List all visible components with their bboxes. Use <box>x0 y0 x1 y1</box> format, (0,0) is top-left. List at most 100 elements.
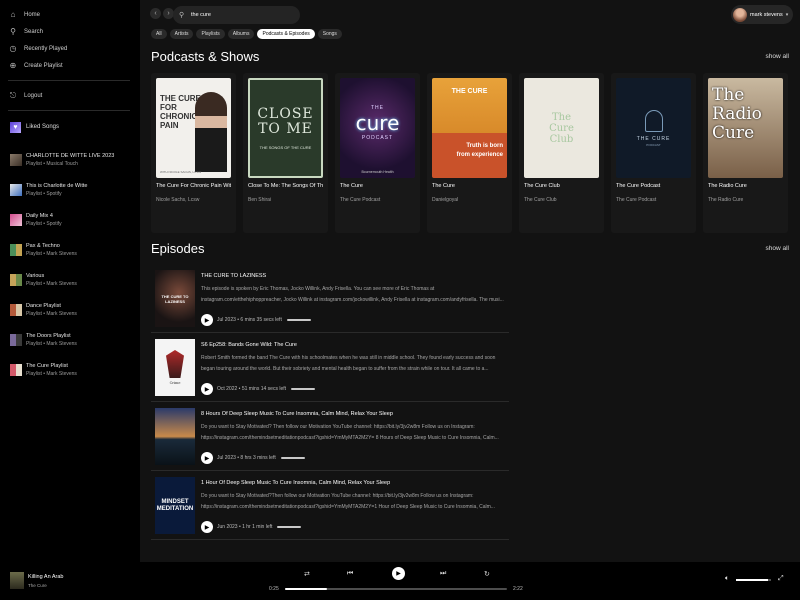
podcast-title: The Cure Club <box>524 183 560 189</box>
podcast-card[interactable]: The Radio Cure The Radio Cure The Radio … <box>703 73 788 233</box>
nav-logout[interactable]: ⎋ Logout <box>0 87 140 104</box>
sidebar-divider <box>8 80 130 81</box>
playlist-title: CHARLOTTE DE WITTE LIVE 2023 <box>26 153 115 159</box>
liked-songs-label: Liked Songs <box>26 124 60 130</box>
artwork-text: WITH NICOLE SACHS, LCSW <box>160 170 202 174</box>
playlist-title: The Cure Playlist <box>26 363 68 369</box>
playlist-thumb <box>10 184 22 196</box>
filter-albums[interactable]: Albums <box>227 29 255 39</box>
artwork-text: The <box>712 85 745 105</box>
playlist-item[interactable]: This is Charlotte de Witte Playlist • Spo… <box>0 175 140 205</box>
repeat-button[interactable]: ↻ <box>484 568 490 580</box>
playlist-subtitle: Playlist • Spotify <box>26 221 62 227</box>
filter-playlists[interactable]: Playlists <box>196 29 225 39</box>
skip-forward-icon: ⏭ <box>440 570 447 577</box>
artwork-text: THE CURE <box>636 135 671 142</box>
volume-fill <box>736 579 768 581</box>
episode-artwork: MINDSET MEDITATION <box>155 477 195 534</box>
episode-title: 8 Hours Of Deep Sleep Music To Cure Inso… <box>201 411 393 417</box>
playlist-item[interactable]: Pax & Techno Playlist • Mark Stevens <box>0 235 140 265</box>
play-icon: ▶ <box>204 317 210 324</box>
episodes-show-all-link[interactable]: show all <box>766 245 789 252</box>
play-icon: ▶ <box>396 571 401 577</box>
playlist-thumb <box>10 334 22 346</box>
now-playing-artist[interactable]: The Cure <box>28 583 47 588</box>
episode-meta: Jun 2023 • 1 hr 1 min left <box>217 524 273 530</box>
filter-all[interactable]: All <box>151 29 167 39</box>
episode-row[interactable]: THE CURE TO LAZINESS THE CURE TO LAZINES… <box>151 264 509 333</box>
search-input[interactable] <box>191 12 291 18</box>
playlist-item[interactable]: The Cure Playlist Playlist • Mark Stevens <box>0 355 140 385</box>
nav-home[interactable]: ⌂ Home <box>0 6 140 23</box>
episode-row[interactable]: MINDSET MEDITATION 1 Hour Of Deep Sleep … <box>151 471 509 540</box>
artwork-text: THE SONGS OF THE CURE <box>259 144 312 150</box>
episodes-section-title: Episodes <box>151 241 205 256</box>
chevron-right-icon: › <box>167 10 170 17</box>
episode-play-button[interactable]: ▶ <box>201 452 213 464</box>
nav-recently-played[interactable]: ◷ Recently Played <box>0 40 140 57</box>
playlist-thumb <box>10 214 22 226</box>
nav-home-label: Home <box>24 11 41 18</box>
playlist-item[interactable]: Various Playlist • Mark Stevens <box>0 265 140 295</box>
artwork-text: PODCAST <box>361 135 394 141</box>
total-time: 2:22 <box>513 586 523 592</box>
filter-songs[interactable]: Songs <box>317 29 342 39</box>
playlist-title: The Doors Playlist <box>26 333 71 339</box>
filter-podcasts-episodes[interactable]: Podcasts & Episodes <box>257 29 315 39</box>
user-menu[interactable]: mark stevens ▾ <box>731 5 793 24</box>
podcast-card[interactable]: THE CURE Truth is born from experience T… <box>427 73 512 233</box>
previous-button[interactable]: ⏮ <box>347 568 353 580</box>
plus-icon: ⊕ <box>9 61 17 70</box>
episode-play-button[interactable]: ▶ <box>201 314 213 326</box>
shuffle-button[interactable]: ⇄ <box>304 568 310 580</box>
playlist-title: Daily Mix 4 <box>26 213 53 219</box>
playlist-item[interactable]: The Doors Playlist Playlist • Mark Steven… <box>0 325 140 355</box>
podcast-author: The Radio Cure <box>708 197 744 203</box>
artwork-text: from experience <box>456 152 503 158</box>
fullscreen-icon[interactable]: ⤢ <box>778 575 784 583</box>
episode-artwork <box>155 408 195 465</box>
playlist-item[interactable]: Dance Playlist Playlist • Mark Stevens <box>0 295 140 325</box>
playlist-title: Dance Playlist <box>26 303 61 309</box>
chevron-down-icon: ▾ <box>785 11 789 18</box>
playlist-subtitle: Playlist • Mark Stevens <box>26 281 77 287</box>
episode-list: THE CURE TO LAZINESS THE CURE TO LAZINES… <box>151 264 509 540</box>
podcasts-show-all-link[interactable]: show all <box>766 53 789 60</box>
podcast-card[interactable]: The Cure Club The Cure Club The Cure Clu… <box>519 73 604 233</box>
search-icon: ⚲ <box>10 27 16 36</box>
play-pause-button[interactable]: ▶ <box>392 567 405 580</box>
playback-progress-bar[interactable] <box>285 588 507 590</box>
podcast-title: The Cure For Chronic Pain With ... <box>156 183 231 189</box>
playlist-item[interactable]: CHARLOTTE DE WITTE LIVE 2023 Playlist • M… <box>0 145 140 175</box>
liked-songs[interactable]: ♥ Liked Songs <box>0 117 140 137</box>
sidebar-divider <box>8 110 130 111</box>
podcast-artwork: The Radio Cure <box>708 78 783 178</box>
podcast-author: Danielgoyal <box>432 197 459 203</box>
back-button[interactable]: ‹ <box>150 8 161 19</box>
episode-row[interactable]: 8 Hours Of Deep Sleep Music To Cure Inso… <box>151 402 509 471</box>
episode-play-button[interactable]: ▶ <box>201 383 213 395</box>
playlist-subtitle: Playlist • Mark Stevens <box>26 341 77 347</box>
artwork-text: Bournemouth Health <box>361 170 394 174</box>
next-button[interactable]: ⏭ <box>440 568 446 580</box>
nav-create-playlist[interactable]: ⊕ Create Playlist <box>0 57 140 74</box>
now-playing-title[interactable]: Killing An Arab <box>28 574 63 580</box>
podcast-title: The Cure Podcast <box>616 183 661 189</box>
playlist-subtitle: Playlist • Musical Touch <box>26 161 78 167</box>
podcast-card[interactable]: THE CURE FOR CHRONIC PAIN WITH NICOLE SA… <box>151 73 236 233</box>
episode-description: Do you want to Stay Motivated?Then follo… <box>201 493 495 510</box>
episode-progress <box>280 457 305 459</box>
volume-slider[interactable] <box>736 579 771 581</box>
nav-search[interactable]: ⚲ Search <box>0 23 140 40</box>
podcast-card[interactable]: CLOSE TO ME THE SONGS OF THE CURE Close … <box>243 73 328 233</box>
episode-row[interactable]: Crime S6 Ep258: Bands Gone Wild: The Cur… <box>151 333 509 402</box>
podcast-card[interactable]: THE cure PODCAST Bournemouth Health The … <box>335 73 420 233</box>
podcast-artwork: CLOSE TO ME THE SONGS OF THE CURE <box>248 78 323 178</box>
now-playing-artwork <box>10 572 24 589</box>
filter-artists[interactable]: Artists <box>169 29 194 39</box>
podcast-card[interactable]: THE CURE PODCAST The Cure Podcast The Cu… <box>611 73 696 233</box>
playlist-item[interactable]: Daily Mix 4 Playlist • Spotify <box>0 205 140 235</box>
episode-play-button[interactable]: ▶ <box>201 521 213 533</box>
volume-icon[interactable]: 🔈︎ <box>725 575 729 583</box>
episode-progress <box>277 526 302 528</box>
